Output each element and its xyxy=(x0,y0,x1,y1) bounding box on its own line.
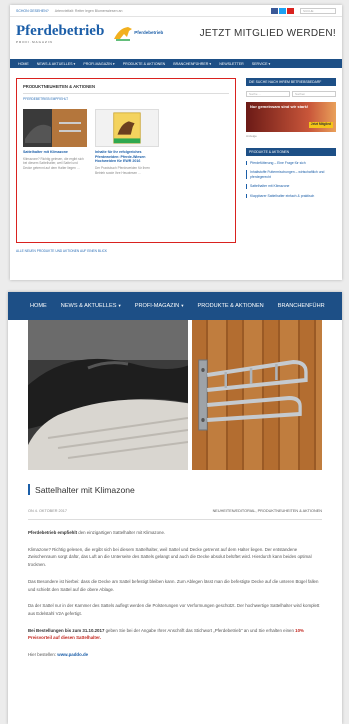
nav-item-label: PROFI-MAGAZIN xyxy=(134,303,180,309)
shop-link[interactable]: www.paddo.de xyxy=(57,652,88,657)
sidebar-heading: PRODUKTE & AKTIONEN xyxy=(246,148,336,156)
top-bar-news-link[interactable]: Artenvielfalt: Reiter legen Blumenwiesen… xyxy=(55,9,123,13)
banner-tag: Jetzt Mitglied xyxy=(308,122,333,128)
brand-row: Pferdebetrieb PROFI·MAGAZIN Pferdebetrie… xyxy=(10,17,342,49)
paragraph-text: den einzigartigen Sattelhalter mit Klima… xyxy=(77,530,166,535)
article-paragraph: Bei Bestellungen bis zum 31.10.2017 gebe… xyxy=(28,627,322,642)
membership-banner[interactable]: Nur gemeinsam sind wir stark! Jetzt Mitg… xyxy=(246,102,336,132)
chevron-down-icon: ▾ xyxy=(118,303,121,308)
content-area: PRODUKTNEUHEITEN & AKTIONEN PFERDEBETRIE… xyxy=(10,68,342,253)
sidebar-search-input[interactable]: Suche … xyxy=(246,91,290,97)
top-bar: SCHON GESEHEN? Artenvielfalt: Reiter leg… xyxy=(10,5,342,17)
sidebar-list-item[interactable]: Sattelhalter mit Klimazone xyxy=(246,184,336,189)
sidebar-list: Pferdefütterung – Eine Frage für sich In… xyxy=(246,161,336,199)
logo-text: Pferdebetrieb xyxy=(16,23,105,39)
nav-item-produkte[interactable]: PRODUKTE & AKTIONEN xyxy=(198,303,264,309)
banner-text: Nur gemeinsam sind wir stark! xyxy=(250,104,309,109)
sidebar-list-item[interactable]: Klappbarer Sattelhalter einfach & prakti… xyxy=(246,193,336,199)
partner-logo[interactable]: Pferdebetrieb xyxy=(112,25,163,41)
top-bar-label[interactable]: SCHON GESEHEN? xyxy=(16,9,49,13)
article-paragraph: Das Besondere ist hierbei: dass die Deck… xyxy=(28,578,319,592)
highlighted-products-panel: PRODUKTNEUHEITEN & AKTIONEN PFERDEBETRIE… xyxy=(16,78,236,243)
article-hero-image xyxy=(28,320,322,470)
twitter-icon[interactable] xyxy=(279,7,286,14)
main-navigation: HOME NEWS & AKTUELLES ▾ PROFI-MAGAZIN ▾ … xyxy=(10,59,342,68)
article-date: ON 4. OKTOBER 2017 xyxy=(28,509,67,513)
article-body: Sattelhalter mit Klimazone ON 4. OKTOBER… xyxy=(8,484,342,659)
article-categories[interactable]: NEUHEITEN/EDITORIAL, PRODUKTNEUHEITEN & … xyxy=(213,509,322,513)
product-card-title[interactable]: Sattelhalter mit Klimazone xyxy=(23,150,87,155)
nav-item-home[interactable]: HOME xyxy=(18,62,29,66)
nav-item-magazin[interactable]: PROFI-MAGAZIN ▾ xyxy=(83,62,114,66)
youtube-icon[interactable] xyxy=(287,7,294,14)
horse-logo-icon xyxy=(114,27,133,41)
product-card-text: Der Praxisbuch Pferdeweiden für Ihren Be… xyxy=(95,166,150,175)
saddle-image-icon xyxy=(25,122,81,143)
saddle-photo-icon xyxy=(28,320,188,470)
all-products-link[interactable]: ALLE NEUEN PRODUKTE UND AKTIONEN AUF EIN… xyxy=(16,249,236,253)
facebook-icon[interactable] xyxy=(271,7,278,14)
sidebar-list-item[interactable]: Inhaltstoffe Futtermischungen – wirtscha… xyxy=(246,170,336,180)
panel-subtitle: PFERDEBETRIEB EMPFIEHLT xyxy=(23,97,69,101)
article-title: Sattelhalter mit Klimazone xyxy=(28,484,322,495)
product-card-title[interactable]: Inhalte für Ihr erfolgreiches Pferdeweid… xyxy=(95,150,159,164)
article-paragraph: Da der Sattel nur in der Kammer des Satt… xyxy=(28,603,320,616)
article-paragraph: Klimazone? Richtig gelesen, die ergibt s… xyxy=(28,546,312,568)
chevron-down-icon: ▾ xyxy=(181,303,184,308)
article-paragraph: Pferdebetrieb empfiehlt den einzigartige… xyxy=(28,529,322,537)
social-icons xyxy=(271,7,294,14)
main-column: PRODUKTNEUHEITEN & AKTIONEN PFERDEBETRIE… xyxy=(16,78,236,253)
emphasis-text: Pferdebetrieb empfiehlt xyxy=(28,530,78,535)
nav-item-home[interactable]: HOME xyxy=(30,303,47,309)
top-search-input[interactable]: SUCHE xyxy=(300,7,336,14)
wall-holder-photo xyxy=(192,320,322,470)
title-accent-bar xyxy=(28,484,30,495)
nav-item-newsletter[interactable]: NEWSLETTER xyxy=(219,62,244,66)
paragraph-text: geben Sie bei der Angabe Ihrer Anschrift… xyxy=(104,627,296,633)
article-title-text: Sattelhalter mit Klimazone xyxy=(35,484,135,495)
nav-item-magazin[interactable]: PROFI-MAGAZIN ▾ xyxy=(135,303,184,309)
nav-item-service[interactable]: SERVICE ▾ xyxy=(252,62,271,66)
book-cover-thumbnail[interactable] xyxy=(95,109,159,147)
nav-item-label: NEWS & AKTUELLES xyxy=(60,303,117,309)
horse-book-icon xyxy=(113,112,141,144)
nav-item-produkte[interactable]: PRODUKTE & AKTIONEN xyxy=(123,62,166,66)
article-meta: ON 4. OKTOBER 2017 NEUHEITEN/EDITORIAL, … xyxy=(28,495,322,520)
banner-caption: Anzeige xyxy=(246,134,257,138)
paragraph-text: Hier bestellen: xyxy=(28,652,58,658)
nav-item-branchen[interactable]: BRANCHENFÜHR xyxy=(278,303,325,309)
nav-item-news[interactable]: NEWS & AKTUELLES ▾ xyxy=(61,303,121,309)
saddle-holder-thumbnail[interactable] xyxy=(23,109,87,147)
article-page-screenshot: HOME NEWS & AKTUELLES ▾ PROFI-MAGAZIN ▾ PR… xyxy=(8,292,342,724)
article-navigation: HOME NEWS & AKTUELLES ▾ PROFI-MAGAZIN ▾ PR… xyxy=(8,292,342,320)
nav-item-branchen[interactable]: BRANCHENFÜHRER ▾ xyxy=(173,62,211,66)
saddle-holder-icon xyxy=(198,359,308,431)
product-card[interactable]: Sattelhalter mit Klimazone Klimazone? Ri… xyxy=(23,109,87,175)
article-paragraph: Hier bestellen: www.paddo.de xyxy=(28,651,322,659)
product-card[interactable]: Inhalte für Ihr erfolgreiches Pferdeweid… xyxy=(95,109,159,175)
nav-item-news[interactable]: NEWS & AKTUELLES ▾ xyxy=(37,62,76,66)
product-card-text: Klimazone? Richtig gelesen, die ergibt s… xyxy=(23,156,84,170)
website-overview-screenshot: SCHON GESEHEN? Artenvielfalt: Reiter leg… xyxy=(10,5,342,280)
saddle-photo xyxy=(28,320,188,470)
partner-logo-text: Pferdebetrieb xyxy=(134,29,164,35)
sidebar-list-item[interactable]: Pferdefütterung – Eine Frage für sich xyxy=(246,161,336,166)
site-logo[interactable]: Pferdebetrieb PROFI·MAGAZIN xyxy=(16,22,105,45)
panel-title: PRODUKTNEUHEITEN & AKTIONEN xyxy=(23,84,95,89)
emphasis-text: Bei Bestellungen bis zum 31.10.2017 xyxy=(28,627,105,633)
join-membership-link[interactable]: JETZT MITGLIED WERDEN! xyxy=(200,28,336,39)
sidebar: DIE SUCHE NACH IHREM BETRIEBSBEDARF Such… xyxy=(246,78,336,253)
product-cards: Sattelhalter mit Klimazone Klimazone? Ri… xyxy=(23,109,229,175)
sidebar-search-button[interactable]: Suchen xyxy=(292,91,336,97)
divider xyxy=(23,93,229,94)
logo-subtitle: PROFI·MAGAZIN xyxy=(16,40,53,44)
sidebar-heading: DIE SUCHE NACH IHREM BETRIEBSBEDARF xyxy=(246,78,336,86)
sidebar-search: Suche … Suchen xyxy=(246,91,336,97)
